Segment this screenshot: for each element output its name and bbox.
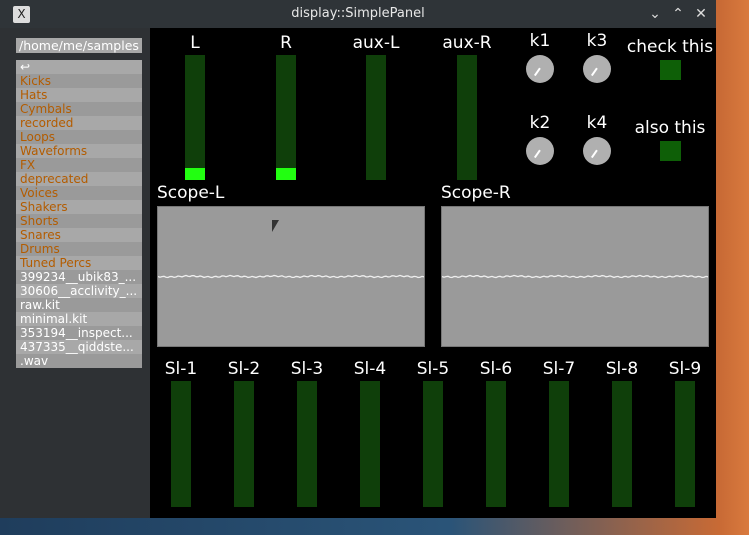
list-item[interactable]: recorded: [16, 116, 142, 130]
level-meter: [457, 55, 477, 180]
list-item[interactable]: 437335__qiddste...: [16, 340, 142, 354]
meter-level: [276, 167, 296, 180]
minimize-icon[interactable]: ⌄: [645, 4, 665, 24]
scope-label: Scope-R: [441, 183, 511, 203]
meter-label: aux-L: [352, 33, 400, 53]
list-item[interactable]: .wav: [16, 354, 142, 368]
list-item[interactable]: 353194__inspect...: [16, 326, 142, 340]
list-item[interactable]: minimal.kit: [16, 312, 142, 326]
meter-label: aux-R: [442, 33, 492, 53]
close-icon[interactable]: ✕: [691, 4, 711, 24]
list-item[interactable]: Waveforms: [16, 144, 142, 158]
list-item[interactable]: Hats: [16, 88, 142, 102]
slider-label: Sl-9: [668, 359, 702, 379]
checkbox[interactable]: [660, 141, 681, 161]
list-item[interactable]: Drums: [16, 242, 142, 256]
list-item[interactable]: raw.kit: [16, 298, 142, 312]
list-item[interactable]: Tuned Percs: [16, 256, 142, 270]
vertical-slider[interactable]: [486, 381, 506, 507]
vertical-slider[interactable]: [612, 381, 632, 507]
list-item[interactable]: 399234__ubik83_...: [16, 270, 142, 284]
knob[interactable]: [583, 137, 611, 165]
list-item[interactable]: Snares: [16, 228, 142, 242]
knob[interactable]: [583, 55, 611, 83]
list-item[interactable]: Voices: [16, 186, 142, 200]
title-bar: X display::SimplePanel ⌄ ⌃ ✕: [0, 0, 716, 28]
checkbox-label: check this: [626, 37, 714, 57]
knob[interactable]: [526, 137, 554, 165]
list-item[interactable]: ↩: [16, 60, 142, 74]
vertical-slider[interactable]: [171, 381, 191, 507]
checkbox[interactable]: [660, 60, 681, 80]
level-meter: [276, 55, 296, 180]
vertical-slider[interactable]: [549, 381, 569, 507]
waveform-trace: [157, 274, 425, 279]
list-item[interactable]: 30606__acclivity_...: [16, 284, 142, 298]
vertical-slider[interactable]: [297, 381, 317, 507]
vertical-slider[interactable]: [360, 381, 380, 507]
oscilloscope: [441, 206, 709, 347]
list-item[interactable]: Shakers: [16, 200, 142, 214]
meter-label: R: [280, 33, 292, 53]
waveform-trace: [441, 274, 709, 279]
meter-level: [185, 167, 205, 180]
maximize-icon[interactable]: ⌃: [668, 4, 688, 24]
vertical-slider[interactable]: [234, 381, 254, 507]
mouse-cursor-icon: [272, 220, 279, 232]
oscilloscope: [157, 206, 425, 347]
level-meter: [366, 55, 386, 180]
list-item[interactable]: FX: [16, 158, 142, 172]
scope-label: Scope-L: [157, 183, 225, 203]
path-field[interactable]: /home/me/samples: [16, 38, 142, 53]
vertical-slider[interactable]: [675, 381, 695, 507]
vertical-slider[interactable]: [423, 381, 443, 507]
meter-label: L: [190, 33, 200, 53]
knob[interactable]: [526, 55, 554, 83]
checkbox-label: also this: [634, 118, 706, 138]
file-list[interactable]: ↩ Kicks Hats Cymbals recorded Loops Waveforms F…: [16, 60, 142, 368]
list-item[interactable]: Shorts: [16, 214, 142, 228]
list-item[interactable]: deprecated: [16, 172, 142, 186]
level-meter: [185, 55, 205, 180]
window-title: display::SimplePanel: [291, 6, 425, 21]
list-item[interactable]: Cymbals: [16, 102, 142, 116]
list-item[interactable]: Loops: [16, 130, 142, 144]
list-item[interactable]: Kicks: [16, 74, 142, 88]
